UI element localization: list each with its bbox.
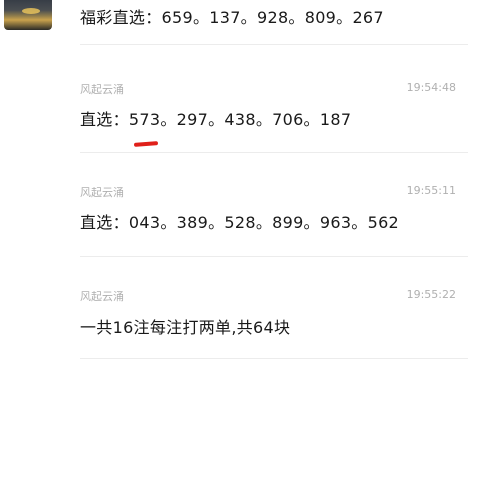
message-divider bbox=[80, 358, 468, 359]
sender-avatar[interactable] bbox=[4, 0, 52, 30]
message-time: 19:55:22 bbox=[406, 288, 456, 301]
red-underline-annotation bbox=[133, 141, 159, 147]
message-divider bbox=[80, 152, 468, 153]
message-sender: 风起云涌 bbox=[80, 186, 124, 199]
message-text[interactable]: 直选：573。297。438。706。187 bbox=[80, 106, 351, 130]
message-text[interactable]: 直选：043。389。528。899。963。562 bbox=[80, 209, 399, 233]
message-time: 19:54:48 bbox=[406, 81, 456, 94]
message-text[interactable]: 一共16注每注打两单,共64块 bbox=[80, 314, 290, 338]
message-divider bbox=[80, 256, 468, 257]
message-time: 19:55:11 bbox=[406, 184, 456, 197]
chat-history-screen: 福彩直选：659。137。928。809。267 风起云涌 19:54:48 直… bbox=[0, 0, 480, 480]
message-sender: 风起云涌 bbox=[80, 290, 124, 303]
sunset-image bbox=[22, 8, 40, 14]
message-divider bbox=[80, 44, 468, 45]
message-sender: 风起云涌 bbox=[80, 83, 124, 96]
message-text[interactable]: 福彩直选：659。137。928。809。267 bbox=[80, 4, 384, 28]
